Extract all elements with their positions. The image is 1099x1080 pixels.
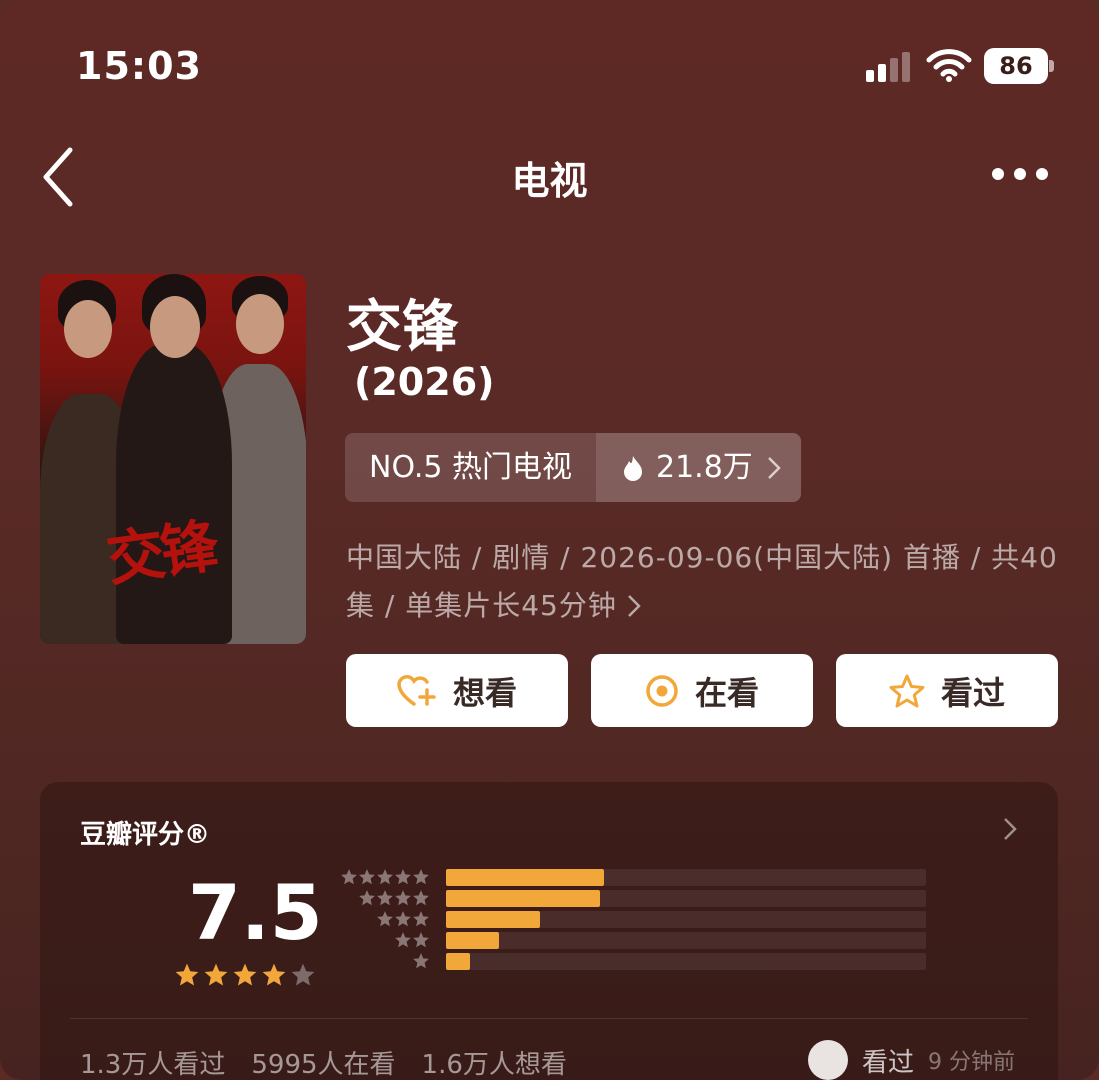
star-icon xyxy=(377,911,393,927)
bar-fill xyxy=(446,953,470,970)
page-title: 电视 xyxy=(511,159,588,203)
bar-star-label xyxy=(394,931,430,949)
watching-label: 在看 xyxy=(694,673,759,712)
bar-fill xyxy=(446,869,605,886)
star-icon xyxy=(359,890,375,906)
bar-track xyxy=(446,932,926,949)
status-time: 15:03 xyxy=(76,44,202,88)
star-icon xyxy=(395,932,411,948)
chevron-right-icon[interactable] xyxy=(1002,816,1018,842)
star-icon xyxy=(341,869,357,885)
friend-activity[interactable]: 看过 9 分钟前 xyxy=(808,1040,1015,1080)
rating-score: 7.5 xyxy=(188,868,323,957)
star-icon xyxy=(413,869,429,885)
friend-seen-label: 看过 xyxy=(862,1047,915,1078)
star-icon xyxy=(889,674,925,707)
signal-icon xyxy=(866,52,916,82)
stat-watching: 5995人在看 xyxy=(251,1050,396,1080)
rank-chip[interactable]: NO.5 热门电视 21.8万 xyxy=(345,433,801,502)
watched-label: 看过 xyxy=(940,673,1005,712)
meta-line-1: 中国大陆 / 剧情 / 2026-09-06(中国大陆) 首播 / 共40 xyxy=(346,541,1058,574)
star-icon xyxy=(413,932,429,948)
rank-label: NO.5 热门电视 xyxy=(345,433,596,502)
battery-level: 86 xyxy=(984,48,1048,84)
chevron-right-icon xyxy=(627,595,641,617)
stat-watched: 1.3万人看过 xyxy=(80,1050,226,1080)
star-icon xyxy=(175,963,199,986)
star-icon xyxy=(413,953,429,969)
friend-seen-time: 9 分钟前 xyxy=(928,1050,1016,1075)
poster-title: 交锋 xyxy=(102,511,219,595)
show-year: (2026) xyxy=(354,360,495,404)
rating-title: 豆瓣评分® xyxy=(80,820,211,850)
rating-stars xyxy=(174,962,316,988)
poster-image[interactable]: 交锋 xyxy=(40,274,306,644)
flame-icon xyxy=(624,455,642,481)
bar-star-label xyxy=(358,889,430,907)
want-label: 想看 xyxy=(452,673,517,712)
bar-track xyxy=(446,890,926,907)
avatar xyxy=(808,1040,848,1080)
watching-button[interactable]: 在看 xyxy=(591,654,813,727)
target-icon xyxy=(646,674,678,707)
screen: 15:03 86 电视 交锋 交锋 (2026) NO.5 热门电视 21.8万… xyxy=(0,0,1099,1080)
watched-button[interactable]: 看过 xyxy=(836,654,1058,727)
bar-fill xyxy=(446,890,600,907)
star-icon xyxy=(262,963,286,986)
rating-stats: 1.3万人看过 5995人在看 1.6万人想看 xyxy=(80,1044,567,1080)
star-icon xyxy=(233,963,257,986)
wifi-icon xyxy=(926,49,972,82)
bar-star-label xyxy=(412,952,430,970)
bar-star-label xyxy=(376,910,430,928)
heat-value: 21.8万 xyxy=(656,450,753,485)
star-icon xyxy=(395,911,411,927)
bar-fill xyxy=(446,911,540,928)
star-icon xyxy=(291,963,315,986)
star-icon xyxy=(359,869,375,885)
bar-track xyxy=(446,953,926,970)
star-icon xyxy=(377,890,393,906)
more-icon[interactable] xyxy=(986,160,1056,190)
bar-fill xyxy=(446,932,499,949)
bar-track xyxy=(446,869,926,886)
rating-card[interactable]: 豆瓣评分® 7.5 1.3万人看过 5995人在看 1.6万人想看 看过 9 分… xyxy=(40,782,1058,1080)
bar-track xyxy=(446,911,926,928)
bar-star-label xyxy=(340,868,430,886)
heat-badge: 21.8万 xyxy=(596,433,801,502)
star-icon xyxy=(377,869,393,885)
star-icon xyxy=(413,911,429,927)
show-title: 交锋 xyxy=(346,295,458,360)
chevron-right-icon xyxy=(767,456,781,479)
battery-icon: 86 xyxy=(984,48,1054,84)
heart-plus-icon xyxy=(397,674,436,706)
show-meta[interactable]: 中国大陆 / 剧情 / 2026-09-06(中国大陆) 首播 / 共40 集 … xyxy=(346,534,1058,630)
meta-line-2: 集 / 单集片长45分钟 xyxy=(346,589,617,622)
divider xyxy=(70,1018,1028,1019)
want-button[interactable]: 想看 xyxy=(346,654,568,727)
star-icon xyxy=(395,869,411,885)
star-icon xyxy=(204,963,228,986)
star-icon xyxy=(413,890,429,906)
star-icon xyxy=(395,890,411,906)
stat-want: 1.6万人想看 xyxy=(421,1050,567,1080)
